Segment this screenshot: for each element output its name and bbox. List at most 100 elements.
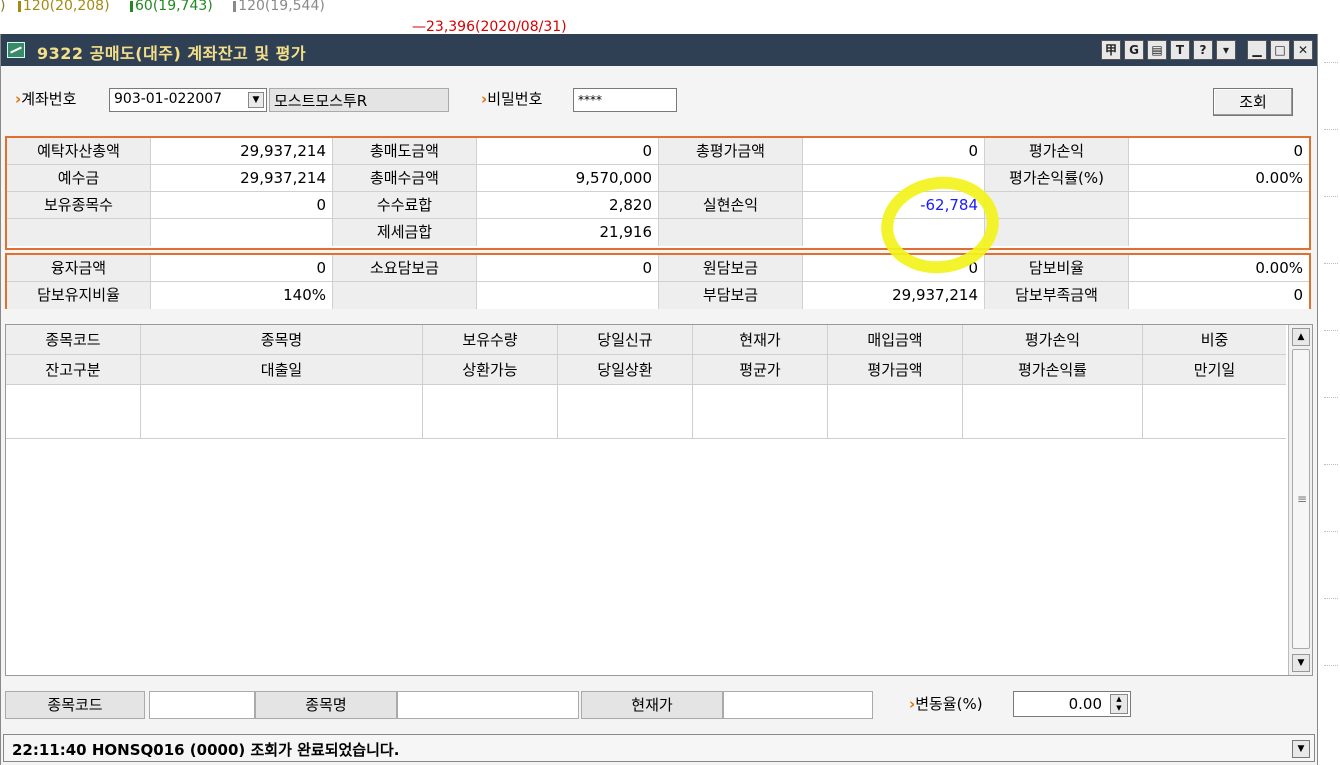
- summary-value: 0: [1129, 282, 1309, 309]
- menu-icon[interactable]: ▾: [1216, 40, 1236, 60]
- summary-row: 제세금합 21,916: [7, 219, 1309, 246]
- account-number-select[interactable]: 903-01-022007 ▼: [109, 88, 267, 112]
- status-bar: 22:11:40 HONSQ016 (0000) 조회가 완료되었습니다. ▼: [3, 734, 1315, 762]
- code-label: 종목코드: [5, 691, 145, 719]
- spinner-icon[interactable]: ▲ ▼: [1110, 694, 1128, 714]
- chevron-down-icon[interactable]: ▼: [1292, 740, 1310, 758]
- summary-value: 0: [477, 138, 659, 164]
- summary-value: [803, 165, 985, 191]
- column-header[interactable]: 현재가: [693, 325, 828, 354]
- summary-value: [151, 219, 333, 246]
- pin-icon[interactable]: 甲: [1101, 40, 1121, 60]
- summary-label: 부담보금: [659, 282, 803, 309]
- summary-value: 0.00%: [1129, 255, 1309, 281]
- column-header[interactable]: 종목명: [141, 325, 423, 354]
- table-row[interactable]: [6, 385, 1286, 439]
- collateral-summary-table: 융자금액 0 소요담보금 0 원담보금 0 담보비율 0.00% 담보유지비율 140% 부담보금 2…: [5, 253, 1311, 309]
- summary-value: 0: [477, 255, 659, 281]
- summary-label: 제세금합: [333, 219, 477, 246]
- text-icon[interactable]: T: [1170, 40, 1190, 60]
- column-header[interactable]: 매입금액: [828, 325, 963, 354]
- summary-label: 예수금: [7, 165, 151, 191]
- grid-header: 종목코드 종목명 보유수량 당일신규 현재가 매입금액 평가손익 비중 잔고구분 대출일 상환가능…: [6, 325, 1286, 385]
- legend-prefix: ): [0, 0, 6, 14]
- column-header[interactable]: 보유수량: [423, 325, 558, 354]
- summary-row: 예탁자산총액 29,937,214 총매도금액 0 총평가금액 0 평가손익 0: [7, 138, 1309, 165]
- summary-row: 보유종목수 0 수수료합 2,820 실현손익 -62,784: [7, 192, 1309, 219]
- column-header[interactable]: 대출일: [141, 355, 423, 384]
- legend-item-ma120b: 120(19,544): [233, 0, 333, 14]
- summary-value: 0: [1129, 138, 1309, 164]
- balance-summary-table: 예탁자산총액 29,937,214 총매도금액 0 총평가금액 0 평가손익 0 예수금 29,9…: [5, 136, 1311, 250]
- summary-label: 예탁자산총액: [7, 138, 151, 164]
- summary-value: 0.00%: [1129, 165, 1309, 191]
- summary-value: 2,820: [477, 192, 659, 218]
- window-title: 9322 공매도(대주) 계좌잔고 및 평가: [37, 44, 307, 63]
- currency-icon[interactable]: G: [1124, 40, 1144, 60]
- status-message: 22:11:40 HONSQ016 (0000) 조회가 완료되었습니다.: [12, 741, 400, 759]
- summary-label: 담보비율: [985, 255, 1129, 281]
- scroll-thumb[interactable]: ≡: [1292, 349, 1310, 649]
- name-label: 종목명: [255, 691, 397, 719]
- background-chart-edge: [1318, 34, 1340, 765]
- summary-row: 예수금 29,937,214 총매수금액 9,570,000 평가손익률(%) 0.00%: [7, 165, 1309, 192]
- account-number-value: 903-01-022007: [114, 91, 223, 107]
- summary-value: [1129, 219, 1309, 246]
- print-icon[interactable]: ▤: [1147, 40, 1167, 60]
- rate-stepper[interactable]: 0.00 ▲ ▼: [1013, 691, 1131, 717]
- column-header[interactable]: 평가손익률: [963, 355, 1143, 384]
- column-header[interactable]: 만기일: [1143, 355, 1286, 384]
- summary-label: 보유종목수: [7, 192, 151, 218]
- column-header[interactable]: 평가손익: [963, 325, 1143, 354]
- grip-icon: ≡: [1297, 492, 1308, 506]
- column-header[interactable]: 비중: [1143, 325, 1286, 354]
- close-icon[interactable]: ✕: [1293, 40, 1313, 60]
- summary-value: 0: [803, 138, 985, 164]
- column-header[interactable]: 평균가: [693, 355, 828, 384]
- summary-label: 평가손익률(%): [985, 165, 1129, 191]
- summary-label: 원담보금: [659, 255, 803, 281]
- scroll-up-icon[interactable]: ▲: [1292, 328, 1310, 346]
- maximize-icon[interactable]: □: [1270, 40, 1290, 60]
- summary-label: 융자금액: [7, 255, 151, 281]
- summary-label: [985, 192, 1129, 218]
- balance-window: 9322 공매도(대주) 계좌잔고 및 평가 甲 G ▤ T ? ▾ ▁ □ ✕…: [0, 34, 1318, 765]
- name-field[interactable]: [397, 691, 579, 719]
- summary-label: 소요담보금: [333, 255, 477, 281]
- summary-label: [333, 282, 477, 309]
- summary-value: 0: [803, 255, 985, 281]
- window-buttons: 甲 G ▤ T ? ▾ ▁ □ ✕: [1101, 40, 1313, 60]
- summary-value: [477, 282, 659, 309]
- chevron-down-icon[interactable]: ▼: [248, 92, 264, 108]
- summary-row: 융자금액 0 소요담보금 0 원담보금 0 담보비율 0.00%: [7, 255, 1309, 282]
- query-button[interactable]: 조회: [1213, 88, 1293, 116]
- scroll-down-icon[interactable]: ▼: [1292, 654, 1310, 672]
- password-label: ›비밀번호: [481, 90, 543, 108]
- summary-label: 평가손익: [985, 138, 1129, 164]
- column-header[interactable]: 당일신규: [558, 325, 693, 354]
- summary-value: 9,570,000: [477, 165, 659, 191]
- column-header[interactable]: 상환가능: [423, 355, 558, 384]
- price-label: 현재가: [581, 691, 723, 719]
- chart-legend: ) 120(20,208) 60(19,743) 120(19,544): [0, 0, 341, 14]
- vertical-scrollbar[interactable]: ▲ ≡ ▼: [1288, 325, 1312, 675]
- filter-row: 종목코드 종목명 현재가 ›변동율(%) 0.00 ▲ ▼: [5, 688, 1313, 724]
- summary-value: 29,937,214: [151, 138, 333, 164]
- password-field[interactable]: ****: [573, 88, 677, 112]
- minimize-icon[interactable]: ▁: [1247, 40, 1267, 60]
- summary-value: -62,784: [803, 192, 985, 218]
- summary-value: 21,916: [477, 219, 659, 246]
- rate-value: 0.00: [1068, 695, 1102, 713]
- summary-value: 29,937,214: [151, 165, 333, 191]
- column-header[interactable]: 잔고구분: [6, 355, 141, 384]
- column-header[interactable]: 평가금액: [828, 355, 963, 384]
- summary-label: 수수료합: [333, 192, 477, 218]
- title-bar[interactable]: 9322 공매도(대주) 계좌잔고 및 평가 甲 G ▤ T ? ▾ ▁ □ ✕: [1, 34, 1317, 66]
- column-header[interactable]: 당일상환: [558, 355, 693, 384]
- help-icon[interactable]: ?: [1193, 40, 1213, 60]
- summary-value: 0: [151, 255, 333, 281]
- column-header[interactable]: 종목코드: [6, 325, 141, 354]
- query-row: ›계좌번호 903-01-022007 ▼ 모스트모스투R ›비밀번호 ****…: [1, 66, 1317, 130]
- price-field[interactable]: [723, 691, 873, 719]
- code-field[interactable]: [149, 691, 255, 719]
